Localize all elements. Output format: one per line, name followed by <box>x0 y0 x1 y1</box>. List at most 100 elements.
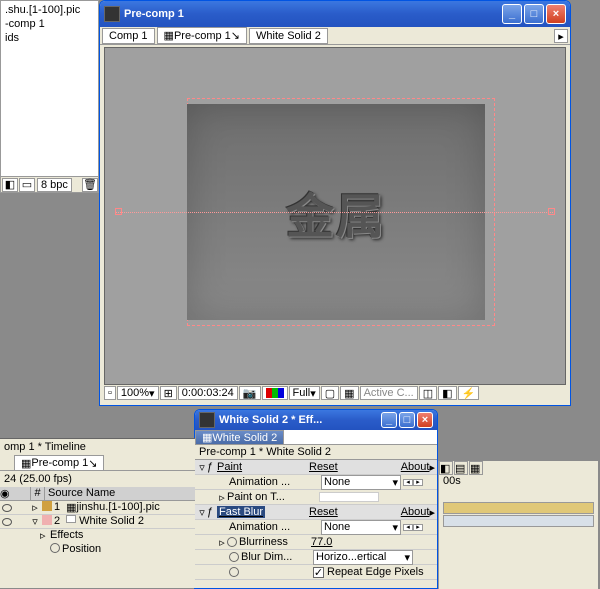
tab-comp-1[interactable]: Comp 1 <box>102 28 155 44</box>
preview-titlebar[interactable]: Pre-comp 1 _ □ × <box>100 1 570 27</box>
next-button[interactable]: ▸ <box>413 524 423 531</box>
effects-sublabel[interactable]: ▹ Effects <box>0 529 195 543</box>
about-link[interactable]: About <box>401 506 430 518</box>
zoom-dropdown[interactable]: 100% ▾ <box>117 386 159 400</box>
channels-icon[interactable] <box>262 386 288 400</box>
bpc-display[interactable]: 8 bpc <box>37 178 72 192</box>
expand-icon[interactable]: ▿ <box>197 506 207 519</box>
parent-icon[interactable]: ▦ <box>469 461 483 475</box>
source-name-header[interactable]: Source Name <box>44 487 195 500</box>
tab-white-solid-2[interactable]: White Solid 2 <box>249 28 328 44</box>
camera-dropdown[interactable]: Active C... <box>360 386 418 400</box>
expand-icon[interactable]: ▹ <box>217 536 227 549</box>
effects-window-title: White Solid 2 * Eff... <box>219 414 381 426</box>
stopwatch-icon[interactable] <box>229 552 239 562</box>
label-color[interactable] <box>42 515 52 525</box>
expand-icon[interactable]: ▿ <box>197 461 207 474</box>
layer-bar-2[interactable] <box>443 515 594 527</box>
layer-bar-1[interactable] <box>443 502 594 514</box>
expand-icon[interactable]: ▿ <box>30 515 40 528</box>
options-icon[interactable]: ▸ <box>429 506 435 519</box>
zoom-out-icon[interactable]: ▫ <box>104 386 116 400</box>
snapshot-icon[interactable]: 📷 <box>239 386 261 400</box>
view-icon[interactable]: ◫ <box>419 386 437 400</box>
blur-dimensions-row: Blur Dim... Horizo...ertical▾ <box>195 550 437 565</box>
expand-icon[interactable]: ▹ <box>30 501 40 514</box>
timeline-tabs: ▦ Pre-comp 1 ↘ <box>0 455 195 471</box>
repeat-edge-row: ✓ Repeat Edge Pixels <box>195 565 437 580</box>
animation-dropdown[interactable]: None▾ <box>321 475 401 490</box>
eye-icon[interactable] <box>2 518 12 526</box>
next-button[interactable]: ▸ <box>413 479 423 486</box>
minimize-button[interactable]: _ <box>502 4 522 24</box>
layer-row-1[interactable]: ▹ 1 ▦ jinshu.[1-100].pic <box>0 501 195 515</box>
about-link[interactable]: About <box>401 461 430 473</box>
minimize-button[interactable]: _ <box>381 412 397 428</box>
paint-on-row: ▹ Paint on T... <box>195 490 437 505</box>
paint-target[interactable] <box>319 492 379 502</box>
effects-tabs: ▦ White Solid 2 <box>195 430 437 445</box>
label-color[interactable] <box>42 501 52 511</box>
effect-fast-blur[interactable]: ▿ ƒ Fast Blur Reset About ▸ <box>195 505 437 520</box>
time-ruler[interactable]: ◧ ▤ ▦ 00s <box>439 461 598 501</box>
eye-icon[interactable] <box>2 504 12 512</box>
handle-right[interactable] <box>548 208 555 215</box>
handle-left[interactable] <box>115 208 122 215</box>
effects-tab-white-solid-2[interactable]: ▦ White Solid 2 <box>195 430 284 444</box>
position-sublabel[interactable]: Position <box>0 543 195 557</box>
tab-precomp-1[interactable]: ▦Pre-comp 1 ↘ <box>157 27 247 44</box>
stopwatch-icon[interactable] <box>227 537 237 547</box>
prev-button[interactable]: ◂ <box>403 479 413 486</box>
interpret-icon[interactable]: ◧ <box>2 178 18 192</box>
fx-icon[interactable]: ƒ <box>207 461 217 473</box>
project-item[interactable]: .shu.[1-100].pic <box>5 3 94 17</box>
prev-button[interactable]: ◂ <box>403 524 413 531</box>
comp-tabs: Comp 1 ▦Pre-comp 1 ↘ White Solid 2 ▸ <box>100 27 570 45</box>
timecode-display[interactable]: 0:00:03:24 <box>178 386 238 400</box>
reset-link[interactable]: Reset <box>309 506 399 518</box>
tabs-overflow-icon[interactable]: ▸ <box>554 29 568 43</box>
effects-titlebar[interactable]: White Solid 2 * Eff... _ □ × <box>195 410 437 430</box>
transparency-icon[interactable]: ▦ <box>340 386 358 400</box>
reset-link[interactable]: Reset <box>309 461 399 473</box>
expand-icon[interactable]: ▹ <box>40 529 50 543</box>
roi-icon[interactable]: ▢ <box>321 386 339 400</box>
options-icon[interactable]: ▸ <box>429 461 435 474</box>
composition-viewport[interactable]: 金属 <box>104 47 566 385</box>
fast-preview-icon[interactable]: ⚡ <box>458 386 480 400</box>
property-label: Effects <box>50 529 83 543</box>
maximize-button[interactable]: □ <box>524 4 544 24</box>
effect-paint[interactable]: ▿ ƒ Paint Reset About ▸ <box>195 460 437 475</box>
fx-icon[interactable]: ƒ <box>207 506 217 518</box>
trash-icon[interactable]: 🗑 <box>82 178 98 192</box>
timecode-info[interactable]: 24 (25.00 fps) <box>0 471 195 487</box>
resolution-dropdown[interactable]: Full ▾ <box>289 386 320 400</box>
project-item[interactable]: -comp 1 <box>5 17 94 31</box>
property-label: Blur Dim... <box>241 551 313 563</box>
blurriness-row: ▹ Blurriness 77.0 <box>195 535 437 550</box>
switches-icon[interactable]: ◧ <box>439 461 453 475</box>
stopwatch-icon[interactable] <box>50 543 60 553</box>
ruler-tick: 00s <box>443 475 461 487</box>
project-item[interactable]: ids <box>5 31 94 45</box>
timeline-title: omp 1 * Timeline <box>0 439 195 455</box>
effect-name: Fast Blur <box>217 506 309 518</box>
repeat-edge-checkbox[interactable]: ✓ <box>313 567 324 578</box>
stopwatch-icon[interactable] <box>229 567 239 577</box>
folder-icon[interactable]: ▭ <box>19 178 35 192</box>
maximize-button[interactable]: □ <box>399 412 415 428</box>
horizontal-guide[interactable] <box>115 212 555 213</box>
expand-icon[interactable]: ▹ <box>217 491 227 504</box>
safe-zones-icon[interactable]: ⊞ <box>160 386 177 400</box>
close-button[interactable]: × <box>417 412 433 428</box>
blurriness-value[interactable]: 77.0 <box>311 536 401 548</box>
layer-row-2[interactable]: ▿ 2 White Solid 2 <box>0 515 195 529</box>
property-label: Paint on T... <box>227 491 319 503</box>
modes-icon[interactable]: ▤ <box>454 461 468 475</box>
layer-number: 2 <box>54 515 60 528</box>
pixel-aspect-icon[interactable]: ◧ <box>438 386 456 400</box>
close-button[interactable]: × <box>546 4 566 24</box>
animation-dropdown[interactable]: None▾ <box>321 520 401 535</box>
blur-dim-dropdown[interactable]: Horizo...ertical▾ <box>313 550 413 565</box>
timeline-tab-precomp-1[interactable]: ▦ Pre-comp 1 ↘ <box>14 455 104 470</box>
